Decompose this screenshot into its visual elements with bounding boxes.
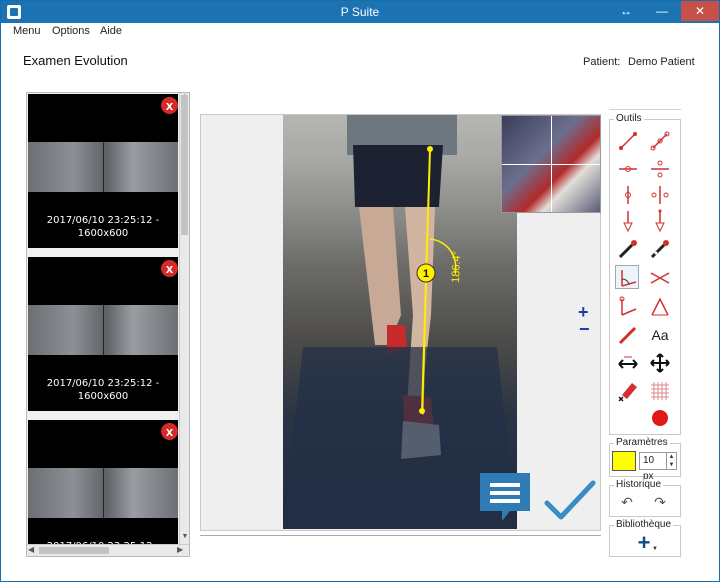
horizontal-line-tool-icon[interactable]: [616, 157, 640, 181]
marker-dot-tool-icon[interactable]: [648, 237, 672, 261]
minimize-button[interactable]: —: [649, 1, 675, 21]
magnifier-crosshair: [551, 116, 552, 212]
library-label: Bibliothèque: [614, 519, 674, 530]
thumbnail-date: 2017/06/10 23:25:12 -: [46, 378, 160, 389]
close-button[interactable]: ✕: [681, 1, 719, 21]
distance-tool-icon[interactable]: [616, 351, 640, 375]
redo-icon[interactable]: ↷: [649, 493, 671, 511]
chevron-down-icon[interactable]: ▼: [652, 546, 658, 552]
scroll-down-icon[interactable]: ▼: [180, 533, 189, 543]
horizontal-axis-tool-icon[interactable]: [648, 157, 672, 181]
comment-button[interactable]: [480, 473, 530, 525]
menu-item-aide[interactable]: Aide: [100, 25, 122, 37]
grid-tool-icon[interactable]: [648, 379, 672, 403]
checkmark-icon: [544, 480, 596, 520]
thumbnail-image: [28, 142, 178, 192]
triangle-angle-tool-icon[interactable]: [616, 295, 640, 319]
brush-size-stepper[interactable]: ▲ ▼: [667, 452, 677, 470]
tools-label: Outils: [614, 113, 644, 124]
comment-icon: [480, 473, 530, 521]
plumb-point-tool-icon[interactable]: [648, 209, 672, 233]
title-bar: P Suite ↔ — ✕: [1, 1, 719, 23]
menu-item-menu[interactable]: Menu: [13, 25, 41, 37]
exam-thumbnail[interactable]: x 2017/06/10 23:25:12 - 1600x600: [28, 94, 178, 248]
undo-icon[interactable]: ↶: [616, 493, 638, 511]
params-label: Paramètres: [614, 437, 670, 448]
delete-icon[interactable]: x: [161, 97, 178, 114]
scroll-left-icon[interactable]: ◀: [28, 545, 34, 554]
scrollbar-thumb[interactable]: [39, 547, 109, 554]
menu-bar: Menu Options Aide: [1, 23, 719, 39]
horizontal-scrollbar[interactable]: ◀ ▶: [27, 544, 189, 556]
line-tool-icon[interactable]: [616, 129, 640, 153]
zoom-in-button[interactable]: +: [578, 303, 589, 321]
exam-thumbnail[interactable]: x 2017/06/10 23:25:12 -: [28, 420, 178, 556]
scroll-right-icon[interactable]: ▶: [177, 545, 183, 554]
angle-label: 186.4°: [450, 251, 463, 283]
magnifier-view: [501, 115, 601, 213]
history-label: Historique: [614, 479, 664, 490]
page-title: Examen Evolution: [23, 53, 128, 68]
thumbnail-image: [28, 305, 178, 355]
window-title: P Suite: [340, 5, 380, 19]
viewer-divider: [200, 535, 601, 536]
measurement-marker[interactable]: 1: [423, 268, 429, 280]
thumbnail-resolution: 1600x600: [77, 391, 129, 402]
brush-color-swatch[interactable]: [612, 451, 636, 471]
thumbnail-caption: 2017/06/10 23:25:12 - 1600x600: [28, 214, 178, 240]
thumbnail-caption: 2017/06/10 23:25:12 - 1600x600: [28, 377, 178, 403]
exam-thumbnail-list[interactable]: x 2017/06/10 23:25:12 - 1600x600 x 2017/…: [26, 92, 190, 557]
app-window: P Suite ↔ — ✕ Menu Options Aide Examen E…: [0, 0, 720, 582]
runner-figure: 1 186.4°: [283, 115, 517, 529]
vertical-axis-tool-icon[interactable]: [648, 183, 672, 207]
plumb-line-tool-icon[interactable]: [616, 209, 640, 233]
eraser-tool-icon[interactable]: [616, 379, 640, 403]
image-viewer[interactable]: 1 186.4° + −: [200, 114, 601, 531]
three-point-angle-tool-icon[interactable]: [648, 295, 672, 319]
record-icon[interactable]: [648, 406, 672, 430]
zoom-out-button[interactable]: −: [579, 320, 590, 338]
resize-icon[interactable]: ↔: [613, 1, 639, 21]
cross-angle-tool-icon[interactable]: [648, 265, 672, 289]
delete-icon[interactable]: x: [161, 423, 178, 440]
thumbnail-resolution: 1600x600: [77, 228, 129, 239]
pencil-tool-icon[interactable]: [616, 323, 640, 347]
thumbnail-date: 2017/06/10 23:25:12 -: [46, 215, 160, 226]
thumbnail-image: [28, 468, 178, 518]
exam-thumbnail[interactable]: x 2017/06/10 23:25:12 - 1600x600: [28, 257, 178, 411]
brush-size-input[interactable]: 10 px: [639, 452, 667, 482]
angle-tool-icon[interactable]: [615, 265, 639, 289]
text-tool-icon[interactable]: Aa: [648, 323, 672, 347]
scrollbar-thumb[interactable]: [181, 95, 188, 235]
patient-label: Patient:: [583, 56, 621, 68]
marker-pen-tool-icon[interactable]: [616, 237, 640, 261]
vertical-scrollbar[interactable]: ▲ ▼: [179, 93, 189, 544]
menu-item-options[interactable]: Options: [52, 25, 90, 37]
vertical-line-tool-icon[interactable]: [616, 183, 640, 207]
dotted-line-tool-icon[interactable]: [648, 129, 672, 153]
validate-button[interactable]: [543, 477, 597, 523]
delete-icon[interactable]: x: [161, 260, 178, 277]
panel-divider: [609, 109, 681, 110]
move-tool-icon[interactable]: [648, 351, 672, 375]
patient-name: Demo Patient: [628, 56, 695, 68]
exam-photo[interactable]: 1 186.4°: [283, 115, 517, 529]
